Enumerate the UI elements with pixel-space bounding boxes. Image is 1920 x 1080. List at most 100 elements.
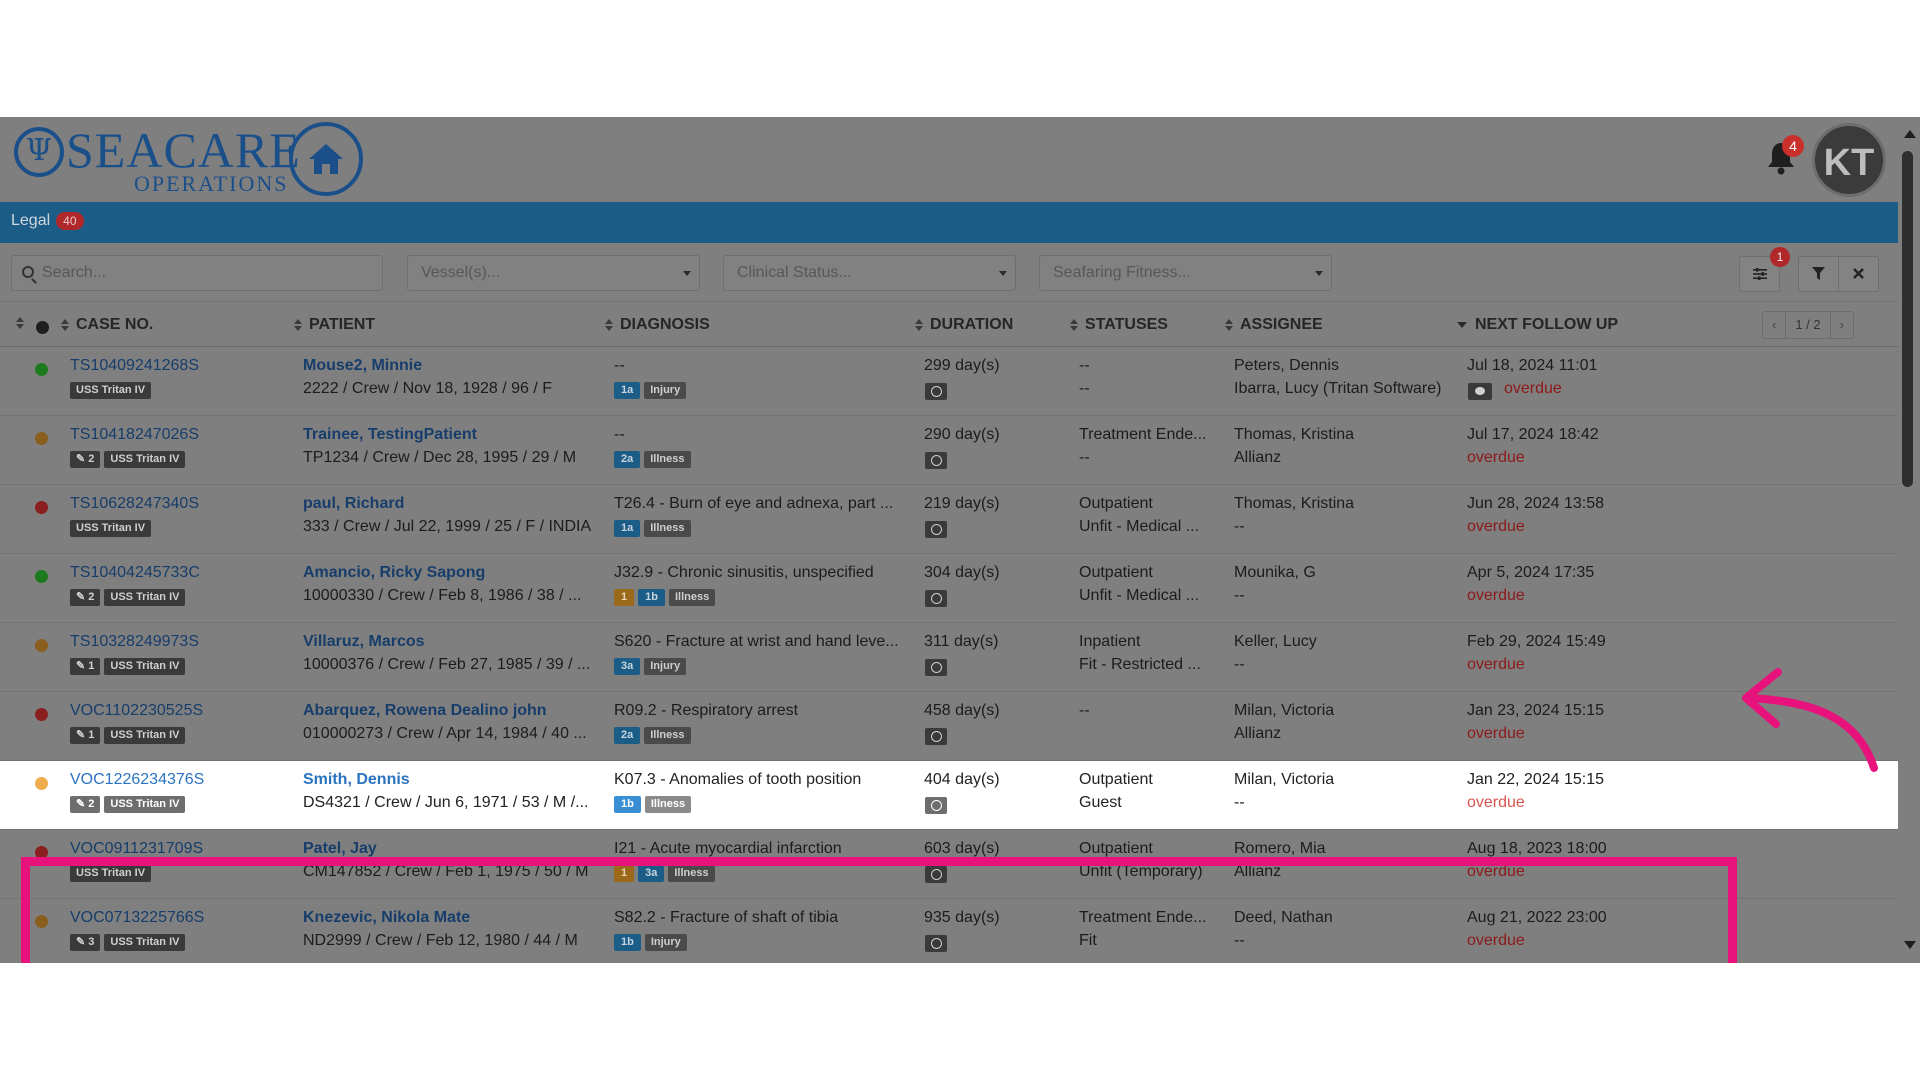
tab-legal-count: 40 (56, 212, 84, 230)
clear-filters-button[interactable] (1838, 256, 1879, 292)
tab-legal-label: Legal (11, 212, 51, 229)
table-row[interactable]: TS10328249973S ✎ 1 USS Tritan IV Villaruz, … (0, 623, 1898, 692)
column-statuses[interactable]: STATUSES (1070, 316, 1168, 334)
category-badge: Illness (644, 796, 692, 813)
case-number-link[interactable]: VOC1226234376S (70, 771, 204, 789)
column-case-no[interactable]: CASE NO. (61, 316, 153, 334)
vessel-select[interactable]: Vessel(s)... (407, 255, 700, 291)
patient-name-link[interactable]: Villaruz, Marcos (303, 633, 425, 651)
clinical-status: Treatment Ende... (1079, 426, 1207, 443)
column-next-follow-up[interactable]: NEXT FOLLOW UP (1457, 316, 1618, 334)
patient-name-link[interactable]: Patel, Jay (303, 840, 377, 858)
scroll-down-arrow-icon[interactable] (1904, 941, 1916, 949)
fitness-status: -- (1079, 449, 1090, 466)
table-row[interactable]: TS10404245733C ✎ 2 USS Tritan IV Amancio, R… (0, 554, 1898, 623)
overdue-label: overdue (1504, 380, 1562, 397)
diagnosis-text: -- (614, 357, 625, 374)
tab-legal[interactable]: Legal 40 (11, 212, 84, 230)
diagnosis-tags: 3a Injury (614, 658, 690, 675)
page-next-button[interactable]: › (1831, 312, 1853, 338)
filter-button[interactable] (1798, 256, 1839, 292)
column-assignee[interactable]: ASSIGNEE (1225, 316, 1323, 334)
table-header: CASE NO. PATIENT DIAGNOSIS DURATION STAT… (0, 301, 1898, 347)
diagnosis-tags: 2a Illness (614, 727, 695, 744)
table-row[interactable]: VOC1102230525S ✎ 1 USS Tritan IV Abarquez, … (0, 692, 1898, 761)
overdue-label: overdue (1467, 725, 1525, 742)
logo-subtext: OPERATIONS (134, 171, 289, 196)
assignee-primary: Thomas, Kristina (1234, 426, 1355, 443)
patient-name-link[interactable]: Mouse2, Minnie (303, 357, 422, 375)
overdue-label: overdue (1467, 449, 1525, 466)
fitness-status: Guest (1079, 794, 1122, 811)
diagnosis-text: I21 - Acute myocardial infarction (614, 840, 842, 857)
case-number-link[interactable]: TS10409241268S (70, 357, 199, 375)
patient-info: 333 / Crew / Jul 22, 1999 / 25 / F / IND… (303, 518, 592, 535)
clock-icon (925, 935, 947, 952)
search-input[interactable]: Search... (11, 255, 383, 291)
case-number-link[interactable]: TS10628247340S (70, 495, 199, 513)
case-number-link[interactable]: VOC0713225766S (70, 909, 204, 927)
sort-icon (294, 318, 302, 332)
clock-icon (925, 590, 947, 607)
clock-icon (925, 866, 947, 883)
scroll-up-arrow-icon[interactable] (1904, 130, 1916, 138)
category-badge: Illness (644, 520, 691, 537)
vertical-scrollbar[interactable] (1898, 117, 1920, 963)
table-row[interactable]: TS10418247026S ✎ 2 USS Tritan IV Trainee, T… (0, 416, 1898, 485)
assignee-secondary: Ibarra, Lucy (Tritan Software) (1234, 380, 1442, 397)
seafaring-fitness-select[interactable]: Seafaring Fitness... (1039, 255, 1332, 291)
top-header: Ψ SEACARE OPERATIONS 4 KT (0, 117, 1898, 202)
clock-icon (925, 728, 947, 745)
case-tag: USS Tritan IV (104, 727, 186, 744)
table-row[interactable]: TS10628247340S USS Tritan IV paul, Richard… (0, 485, 1898, 554)
clinical-status-placeholder: Clinical Status... (737, 264, 852, 281)
severity-badge: 1 (614, 589, 635, 606)
overdue-label: overdue (1467, 794, 1525, 811)
table-row[interactable]: VOC0911231709S USS Tritan IV Patel, Jay CM1… (0, 830, 1898, 899)
table-row[interactable]: VOC1226234376S ✎ 2 USS Tritan IV Smith, Den… (0, 761, 1898, 830)
case-number-link[interactable]: TS10328249973S (70, 633, 199, 651)
duration-text: 304 day(s) (924, 564, 1000, 581)
status-dot (35, 846, 48, 859)
sort-status-toggle[interactable] (16, 316, 31, 330)
case-number-link[interactable]: VOC0911231709S (70, 840, 203, 858)
patient-name-link[interactable]: Knezevic, Nikola Mate (303, 909, 470, 927)
table-row[interactable]: TS10409241268S USS Tritan IV Mouse2, Minni… (0, 347, 1898, 416)
column-patient[interactable]: PATIENT (294, 316, 375, 334)
patient-name-link[interactable]: Abarquez, Rowena Dealino john (303, 702, 547, 720)
patient-name-link[interactable]: Amancio, Ricky Sapong (303, 564, 485, 582)
next-follow-up-date: Aug 18, 2023 18:00 (1467, 840, 1607, 857)
column-case-no-label: CASE NO. (76, 316, 154, 333)
case-number-link[interactable]: VOC1102230525S (70, 702, 203, 720)
home-button[interactable] (289, 122, 363, 196)
patient-name-link[interactable]: Trainee, TestingPatient (303, 426, 477, 444)
next-follow-up-date: Jul 18, 2024 11:01 (1467, 357, 1598, 374)
column-diagnosis[interactable]: DIAGNOSIS (605, 316, 710, 334)
case-tag: USS Tritan IV (70, 520, 152, 537)
fitness-status: Unfit - Medical ... (1079, 587, 1200, 604)
tab-strip: Legal 40 (0, 202, 1898, 243)
overdue-label: overdue (1467, 863, 1525, 880)
comment-icon[interactable] (1468, 383, 1492, 400)
patient-name-link[interactable]: paul, Richard (303, 495, 404, 513)
severity-badge: 2a (614, 451, 641, 468)
scroll-thumb[interactable] (1902, 151, 1913, 487)
patient-name-link[interactable]: Smith, Dennis (303, 771, 410, 789)
diagnosis-text: -- (614, 426, 625, 443)
case-tag: USS Tritan IV (104, 796, 186, 813)
column-duration[interactable]: DURATION (915, 316, 1013, 334)
page-prev-button[interactable]: ‹ (1763, 312, 1785, 338)
category-badge: Injury (644, 934, 687, 951)
next-follow-up-date: Jun 28, 2024 13:58 (1467, 495, 1605, 512)
clinical-status-select[interactable]: Clinical Status... (723, 255, 1016, 291)
case-number-link[interactable]: TS10418247026S (70, 426, 199, 444)
status-dot (35, 501, 48, 514)
category-badge: Illness (668, 589, 716, 606)
diagnosis-tags: 1a Illness (614, 520, 695, 537)
user-avatar[interactable]: KT (1812, 123, 1886, 197)
case-tag: USS Tritan IV (104, 934, 186, 951)
case-number-link[interactable]: TS10404245733C (70, 564, 200, 582)
home-icon (309, 144, 343, 174)
table-row[interactable]: VOC0713225766S ✎ 3 USS Tritan IV Knezevic, … (0, 899, 1898, 963)
case-tag: USS Tritan IV (104, 589, 186, 606)
